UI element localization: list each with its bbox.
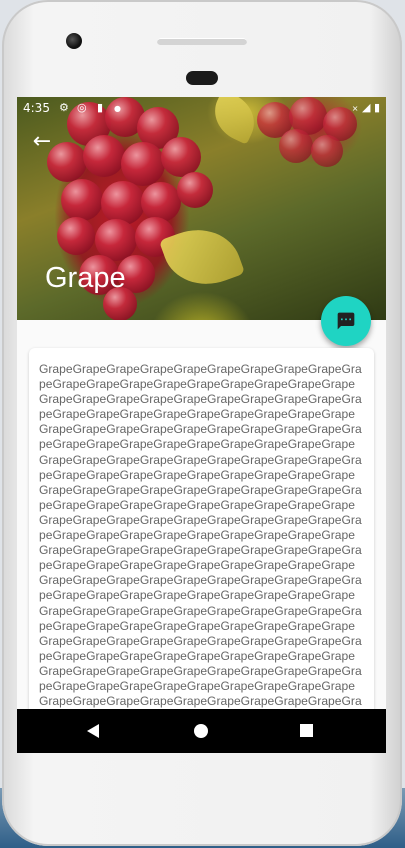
header-image: 4:35 ⚙ ◎ ▮ ● × ◢ ▮ ← Grape <box>17 97 386 320</box>
sd-card-icon: ▮ <box>97 101 104 114</box>
nav-back-icon[interactable] <box>87 724 99 738</box>
nav-home-icon[interactable] <box>194 724 208 738</box>
grape-berry <box>61 179 103 221</box>
content-card: GrapeGrapeGrapeGrapeGrapeGrapeGrapeGrape… <box>29 348 374 753</box>
grape-berry <box>161 137 201 177</box>
wifi-icon: × <box>351 104 359 113</box>
message-fab-button[interactable] <box>321 296 371 346</box>
grape-berry <box>311 135 343 167</box>
dot-icon: ● <box>114 104 121 113</box>
status-time: 4:35 <box>23 101 50 115</box>
grape-berry <box>57 217 95 255</box>
front-camera <box>66 33 82 49</box>
battery-icon: ▮ <box>373 101 380 114</box>
content-text: GrapeGrapeGrapeGrapeGrapeGrapeGrapeGrape… <box>39 362 362 753</box>
grape-berry <box>141 182 181 222</box>
phone-frame: 4:35 ⚙ ◎ ▮ ● × ◢ ▮ ← Grape GrapeGrapeGra… <box>2 0 402 846</box>
page-title: Grape <box>45 262 126 294</box>
grape-berry <box>83 135 125 177</box>
signal-icon: ◢ <box>361 101 371 114</box>
message-icon <box>337 312 355 330</box>
grape-berry <box>177 172 213 208</box>
grape-berry <box>121 142 165 186</box>
navigation-bar <box>17 709 386 753</box>
screen: 4:35 ⚙ ◎ ▮ ● × ◢ ▮ ← Grape GrapeGrapeGra… <box>17 97 386 753</box>
settings-icon: ⚙ <box>59 101 69 114</box>
proximity-sensor <box>186 71 218 85</box>
status-right-icons: × ◢ ▮ <box>352 101 380 114</box>
earpiece-speaker <box>157 38 247 45</box>
nav-recents-icon[interactable] <box>300 724 313 737</box>
status-bar: 4:35 ⚙ ◎ ▮ ● × ◢ ▮ <box>17 97 386 119</box>
data-saver-icon: ◎ <box>77 101 87 114</box>
grape-berry <box>101 181 145 225</box>
grape-berry <box>279 129 313 163</box>
arrow-back-icon[interactable]: ← <box>30 131 54 155</box>
